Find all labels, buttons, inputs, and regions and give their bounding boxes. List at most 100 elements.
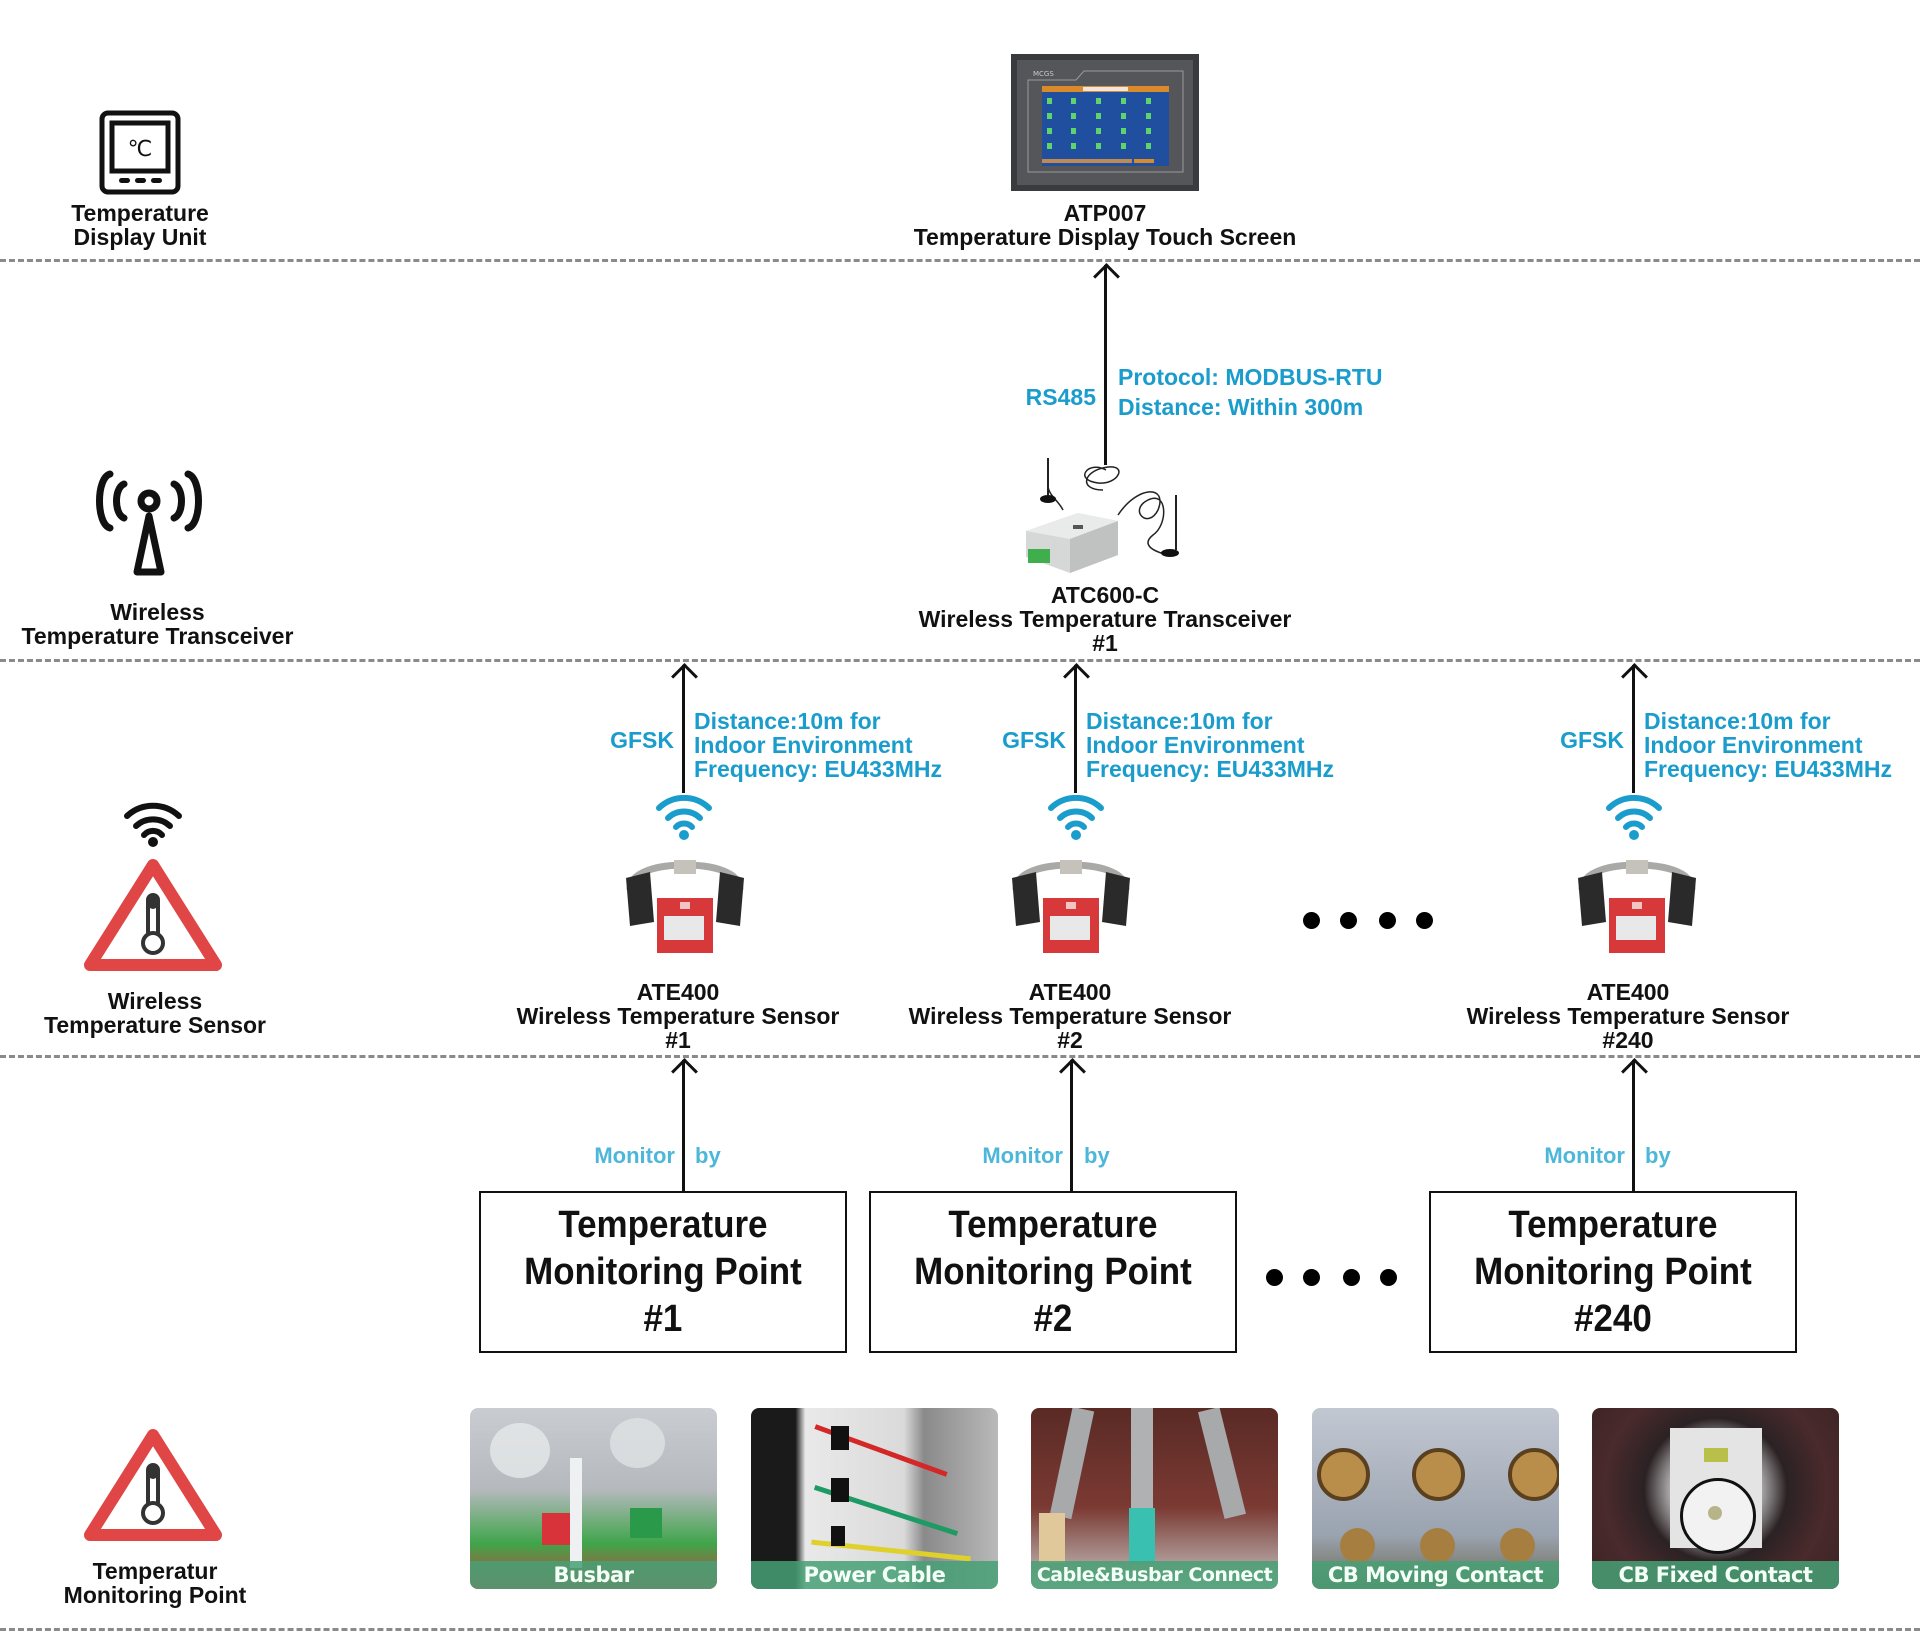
gfsk-label: GFSK xyxy=(1560,727,1624,753)
monitor-arrow xyxy=(682,1060,685,1191)
monitor-label: Monitor xyxy=(982,1143,1063,1168)
sensor-model: ATE400 xyxy=(1028,979,1112,1005)
legend-label-line: Wireless xyxy=(110,599,205,625)
gfsk-detail-line: Indoor Environment xyxy=(694,732,913,758)
monitoring-point-box: Temperature Monitoring Point #2 xyxy=(869,1191,1237,1353)
wifi-icon xyxy=(656,795,712,840)
legend-label-line: Temperature Transceiver xyxy=(21,623,294,649)
gfsk-arrow xyxy=(682,665,685,793)
point-line: Monitoring Point xyxy=(524,1250,802,1293)
thermostat-display-icon: ℃ xyxy=(99,110,181,195)
point-line: Monitoring Point xyxy=(1474,1250,1752,1293)
photo-cb-fixed-contact: CB Fixed Contact xyxy=(1592,1408,1839,1589)
legend-label-line: Temperature xyxy=(71,200,209,226)
touch-screen-image: MCGS xyxy=(1011,54,1199,191)
rs485-arrow xyxy=(1104,265,1107,465)
transceiver-image xyxy=(1026,458,1179,573)
rs485-details: Protocol: MODBUS-RTU Distance: Within 30… xyxy=(1118,365,1382,419)
radio-tower-icon xyxy=(96,470,202,576)
point-line: Monitoring Point xyxy=(914,1250,1192,1293)
photo-caption: CB Moving Contact xyxy=(1312,1561,1559,1589)
sensor-image xyxy=(626,860,744,953)
by-label: by xyxy=(1645,1143,1671,1168)
point-index: #1 xyxy=(643,1297,683,1340)
layer-divider xyxy=(0,1628,1920,1631)
point-line: Temperature xyxy=(558,1203,768,1246)
legend-label-line: Wireless xyxy=(107,988,203,1014)
legend-label-line: Temperature Sensor xyxy=(44,1012,266,1038)
monitoring-point-box: Temperature Monitoring Point #240 xyxy=(1429,1191,1797,1353)
sensor-label: ATE400 Wireless Temperature Sensor #1 xyxy=(478,980,878,1052)
gfsk-detail-line: Distance:10m for xyxy=(694,708,881,734)
sensor-model: ATE400 xyxy=(1586,979,1670,1005)
temperature-warning-icon xyxy=(84,1429,222,1541)
ellipsis-dot xyxy=(1380,1269,1397,1286)
transceiver-model: ATC600-C xyxy=(1050,582,1160,608)
gfsk-detail-line: Indoor Environment xyxy=(1086,732,1305,758)
by-label: by xyxy=(1084,1143,1110,1168)
svg-text:MCGS: MCGS xyxy=(1033,70,1054,78)
by-label: by xyxy=(695,1143,721,1168)
sensor-image xyxy=(1578,860,1696,953)
temperature-warning-icon xyxy=(84,859,222,971)
ellipsis-dot xyxy=(1266,1269,1283,1286)
photo-caption: Power Cable xyxy=(751,1561,998,1589)
rs485-label: RS485 xyxy=(1025,384,1096,410)
point-line: Temperature xyxy=(948,1203,1158,1246)
sensor-title: Wireless Temperature Sensor xyxy=(516,1003,840,1029)
gfsk-label: GFSK xyxy=(610,727,674,753)
sensor-label: ATE400 Wireless Temperature Sensor #240 xyxy=(1428,980,1828,1052)
display-model: ATP007 xyxy=(1063,200,1147,226)
photo-cb-moving-contact: CB Moving Contact xyxy=(1312,1408,1559,1589)
sensor-title: Wireless Temperature Sensor xyxy=(1466,1003,1790,1029)
point-index: #2 xyxy=(1033,1297,1073,1340)
gfsk-arrow xyxy=(1632,665,1635,793)
svg-text:℃: ℃ xyxy=(128,137,153,162)
monitor-arrow xyxy=(1632,1060,1635,1191)
photo-caption: Busbar xyxy=(470,1561,717,1589)
photo-caption: Cable&Busbar Connect xyxy=(1031,1561,1278,1589)
point-line: Temperature xyxy=(1508,1203,1718,1246)
gfsk-details: Distance:10m for Indoor Environment Freq… xyxy=(694,709,942,781)
legend-sensor: Wireless Temperature Sensor xyxy=(20,989,290,1037)
distance-text: Distance: Within 300m xyxy=(1118,394,1364,420)
gfsk-details: Distance:10m for Indoor Environment Freq… xyxy=(1644,709,1892,781)
gfsk-detail-line: Frequency: EU433MHz xyxy=(1086,756,1334,782)
photo-power-cable: Power Cable xyxy=(751,1408,998,1589)
wifi-icon xyxy=(1048,795,1104,840)
gfsk-detail-line: Frequency: EU433MHz xyxy=(694,756,942,782)
monitor-label: Monitor xyxy=(1544,1143,1625,1168)
gfsk-detail-line: Distance:10m for xyxy=(1086,708,1273,734)
sensor-title: Wireless Temperature Sensor xyxy=(908,1003,1232,1029)
transceiver-label: ATC600-C Wireless Temperature Transceive… xyxy=(855,583,1355,655)
gfsk-arrow xyxy=(1074,665,1077,793)
ellipsis-dot xyxy=(1343,1269,1360,1286)
layer-divider xyxy=(0,259,1920,262)
monitor-arrow xyxy=(1070,1060,1073,1191)
photo-cable-busbar-connect: Cable&Busbar Connect xyxy=(1031,1408,1278,1589)
ellipsis-dot xyxy=(1303,912,1320,929)
layer-divider xyxy=(0,1055,1920,1058)
gfsk-label: GFSK xyxy=(1002,727,1066,753)
protocol-text: Protocol: MODBUS-RTU xyxy=(1118,364,1383,390)
monitor-label: Monitor xyxy=(594,1143,675,1168)
legend-label-line: Temperatur xyxy=(92,1558,218,1584)
sensor-index: #1 xyxy=(665,1027,691,1053)
wifi-icon xyxy=(1606,795,1662,840)
wifi-icon xyxy=(124,802,182,847)
legend-label-line: Display Unit xyxy=(73,224,207,250)
ellipsis-dot xyxy=(1303,1269,1320,1286)
legend-display-unit: Temperature Display Unit xyxy=(40,201,240,249)
photo-busbar: Busbar xyxy=(470,1408,717,1589)
photo-caption: CB Fixed Contact xyxy=(1592,1561,1839,1589)
point-index: #240 xyxy=(1574,1297,1652,1340)
gfsk-detail-line: Indoor Environment xyxy=(1644,732,1863,758)
gfsk-details: Distance:10m for Indoor Environment Freq… xyxy=(1086,709,1334,781)
sensor-label: ATE400 Wireless Temperature Sensor #2 xyxy=(870,980,1270,1052)
sensor-model: ATE400 xyxy=(636,979,720,1005)
sensor-index: #2 xyxy=(1057,1027,1083,1053)
gfsk-detail-line: Frequency: EU433MHz xyxy=(1644,756,1892,782)
transceiver-index: #1 xyxy=(1092,630,1118,656)
monitoring-point-box: Temperature Monitoring Point #1 xyxy=(479,1191,847,1353)
legend-label-line: Monitoring Point xyxy=(63,1582,247,1608)
